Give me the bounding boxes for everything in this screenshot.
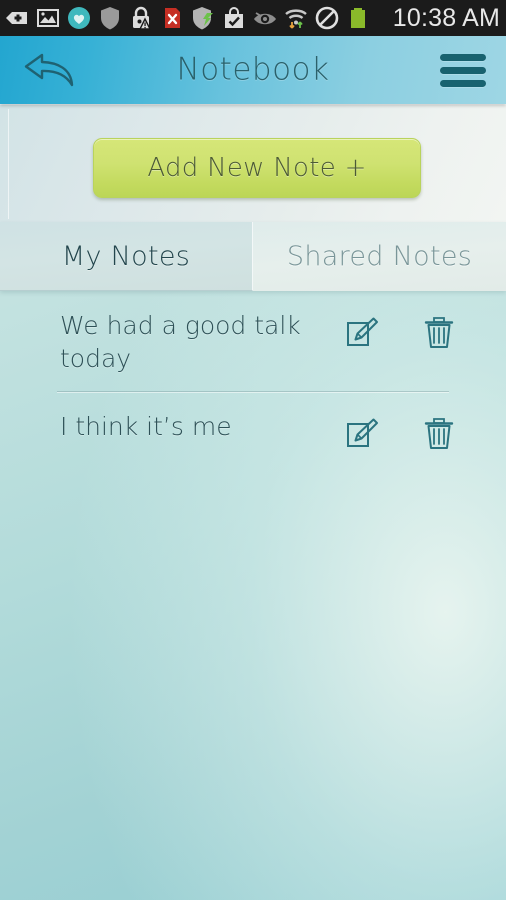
add-new-note-button[interactable]: Add New Note + xyxy=(93,138,421,198)
heart-shield-icon xyxy=(68,7,90,29)
lock-warning-icon xyxy=(133,6,152,30)
menu-button[interactable] xyxy=(432,45,494,95)
note-row[interactable]: I think it’s me xyxy=(0,392,506,470)
notes-list: We had a good talk today I think it’s me xyxy=(0,291,506,470)
hamburger-menu-icon xyxy=(440,53,486,61)
app-header: Notebook xyxy=(0,36,506,104)
edit-note-icon xyxy=(347,317,378,346)
tab-shared-notes[interactable]: Shared Notes xyxy=(253,222,506,291)
eye-icon xyxy=(254,12,276,25)
page-title: Notebook xyxy=(176,51,330,88)
status-clock: 10:38 AM xyxy=(392,3,500,32)
gallery-image-icon xyxy=(37,9,59,27)
note-actions xyxy=(343,410,506,454)
delete-note-icon xyxy=(424,418,454,449)
status-icons xyxy=(3,4,372,32)
blocked-icon xyxy=(315,6,339,30)
tab-my-notes[interactable]: My Notes xyxy=(0,222,253,291)
add-new-note-label: Add New Note + xyxy=(147,153,367,183)
delete-note-icon xyxy=(424,317,454,348)
status-bar: 10:38 AM xyxy=(0,0,506,36)
tab-my-notes-label: My Notes xyxy=(61,240,191,272)
tab-shared-notes-label: Shared Notes xyxy=(286,241,473,272)
edit-note-icon xyxy=(347,418,378,447)
edit-note-button[interactable] xyxy=(343,414,383,454)
add-tag-icon xyxy=(6,12,27,24)
hamburger-menu-icon-bar2 xyxy=(440,66,486,74)
edit-note-button[interactable] xyxy=(343,313,383,353)
bag-check-icon xyxy=(225,7,243,28)
note-row[interactable]: We had a good talk today xyxy=(0,291,506,391)
delete-note-button[interactable] xyxy=(419,414,459,454)
delete-note-button[interactable] xyxy=(419,313,459,353)
shield-sync-icon xyxy=(193,7,213,30)
wifi-transfer-icon xyxy=(285,9,307,29)
file-error-icon xyxy=(165,8,180,28)
tab-bar: My Notes Shared Notes xyxy=(0,222,506,291)
hamburger-menu-icon-bar3 xyxy=(440,79,486,87)
note-title: I think it’s me xyxy=(60,412,232,441)
note-actions xyxy=(343,309,506,353)
note-title: We had a good talk today xyxy=(60,311,301,373)
phone-screen: 10:38 AM Notebook Add New Note + My Note… xyxy=(0,0,506,900)
shield-icon xyxy=(101,7,119,30)
battery-icon xyxy=(351,8,365,28)
